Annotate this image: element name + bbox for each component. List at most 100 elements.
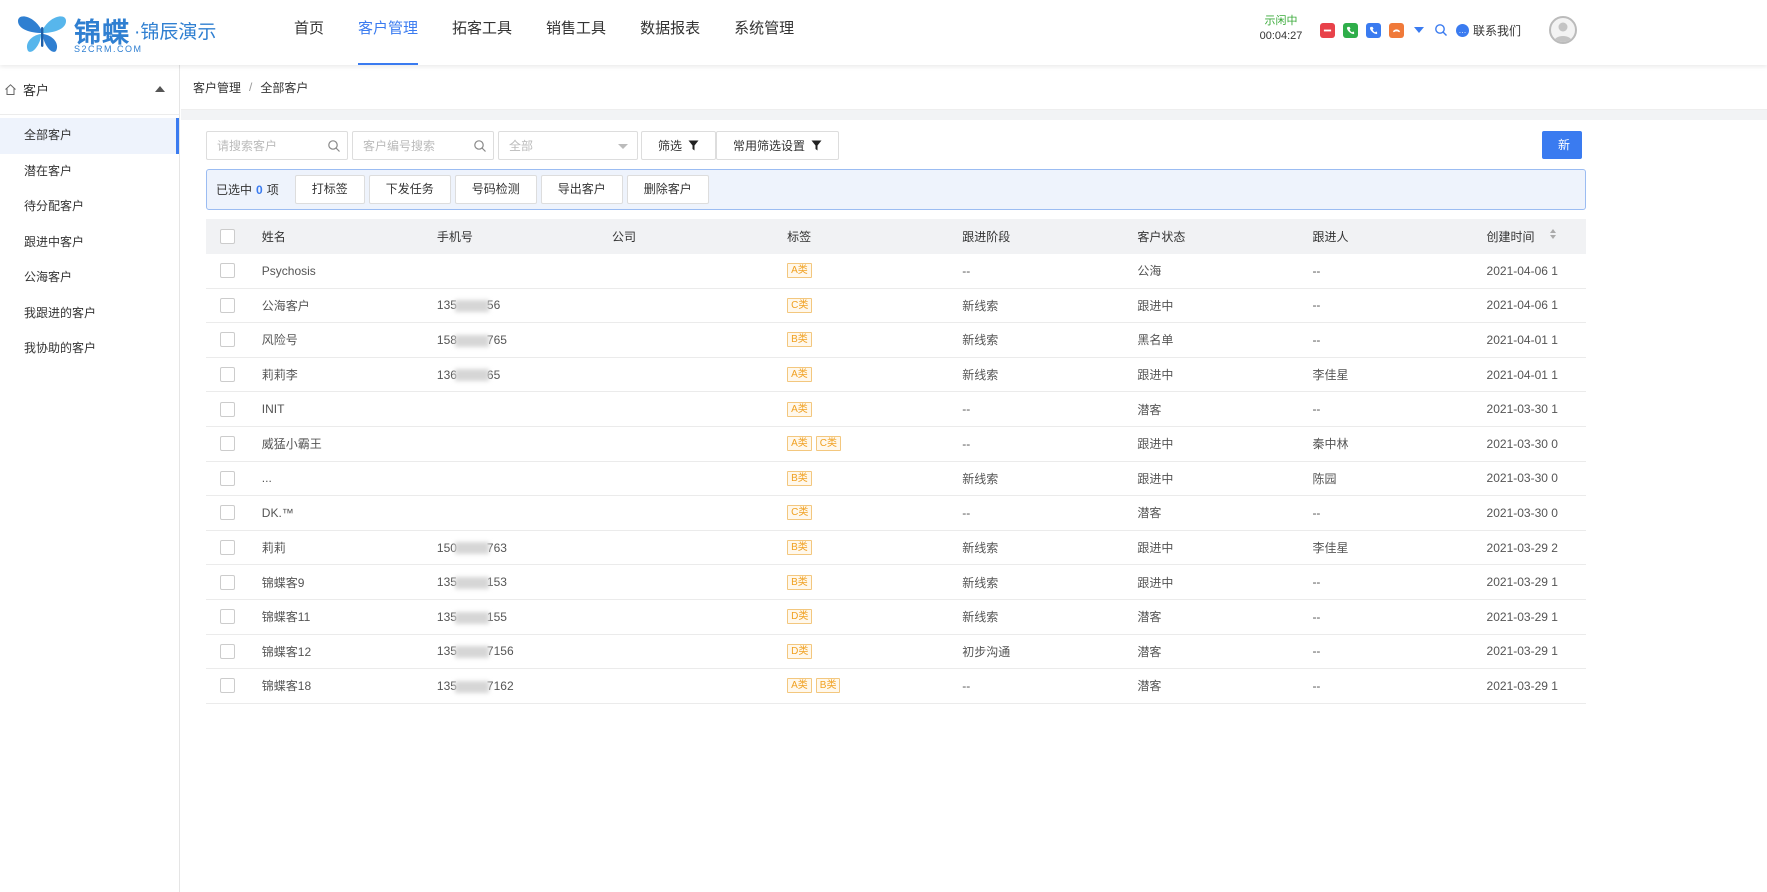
select-all-checkbox[interactable]: [220, 229, 235, 244]
table-row[interactable]: 锦蝶客12 135 7156 D类 初步沟通 潜客 -- 2021-03-29 1: [206, 635, 1586, 670]
row-checkbox[interactable]: [220, 540, 235, 556]
customer-name[interactable]: INIT: [262, 402, 437, 416]
sidebar-item-following-customers[interactable]: 跟进中客户: [0, 225, 179, 261]
search-icon[interactable]: [1434, 23, 1448, 37]
call-out-icon[interactable]: [1389, 22, 1404, 38]
table-row[interactable]: ... B类 新线索 跟进中 陈园 2021-03-30 0: [206, 462, 1586, 497]
contact-us-button[interactable]: … 联系我们: [1456, 22, 1521, 39]
row-checkbox[interactable]: [220, 367, 235, 383]
table-row[interactable]: Psychosis A类 -- 公海 -- 2021-04-06 1: [206, 254, 1586, 289]
customer-stage: 新线索: [962, 298, 999, 313]
agent-status-label: 示闲中: [1264, 15, 1298, 27]
table-row[interactable]: 锦蝶客18 135 7162 A类 B类 -- 潜客 -- 2021-03-29 1: [206, 669, 1586, 704]
customer-stage: --: [962, 436, 971, 451]
customer-name[interactable]: DK.™: [262, 506, 437, 520]
table-row[interactable]: 公海客户 135 56 C类 新线索 跟进中 -- 2021-04-06 1: [206, 289, 1586, 324]
table-row[interactable]: 锦蝶客11 135 155 D类 新线索 潜客 -- 2021-03-29 1: [206, 600, 1586, 635]
row-checkbox[interactable]: [220, 678, 235, 694]
customer-name[interactable]: 风险号: [262, 331, 437, 348]
nav-prospecting-tools[interactable]: 拓客工具: [435, 0, 529, 65]
scope-select[interactable]: 全部: [498, 131, 638, 160]
breadcrumb-parent[interactable]: 客户管理: [193, 79, 241, 96]
sidebar-item-my-followed-customers[interactable]: 我跟进的客户: [0, 296, 179, 332]
common-filter-settings-button[interactable]: 常用筛选设置: [716, 131, 840, 160]
sidebar-group-customers[interactable]: 客户: [0, 65, 179, 115]
customer-code-search-input[interactable]: 客户编号搜索: [352, 131, 494, 160]
customer-owner: --: [1312, 298, 1321, 313]
nav-sales-tools[interactable]: 销售工具: [529, 0, 623, 65]
customer-name[interactable]: 锦蝶客11: [262, 608, 437, 625]
chevron-down-icon[interactable]: [1414, 27, 1424, 33]
customer-name[interactable]: 公海客户: [262, 297, 437, 314]
assign-task-button[interactable]: 下发任务: [368, 175, 451, 204]
table-row[interactable]: DK.™ C类 -- 潜客 -- 2021-03-30 0: [206, 496, 1586, 531]
customer-phone: 135 153: [437, 575, 612, 589]
avatar[interactable]: [1549, 16, 1577, 44]
selection-bar: 已选中 0 项 打标签 下发任务 号码检测 导出客户 删除客户: [206, 169, 1586, 210]
table-row[interactable]: 威猛小霸王 A类 C类 -- 跟进中 秦中林 2021-03-30 0: [206, 427, 1586, 462]
sidebar-item-potential-customers[interactable]: 潜在客户: [0, 154, 179, 190]
nav-data-reports[interactable]: 数据报表: [623, 0, 717, 65]
logo[interactable]: 锦蝶 ·锦辰演示 S2CRM.COM: [16, 8, 216, 58]
column-header-created-label: 创建时间: [1486, 230, 1535, 244]
customer-tags: B类: [787, 332, 962, 348]
customer-tag: D类: [787, 643, 813, 659]
transfer-icon[interactable]: [1366, 22, 1381, 38]
table-row[interactable]: 锦蝶客9 135 153 B类 新线索 跟进中 -- 2021-03-29 1: [206, 565, 1586, 600]
table-row[interactable]: INIT A类 -- 潜客 -- 2021-03-30 1: [206, 392, 1586, 427]
search-icon[interactable]: [473, 139, 487, 153]
nav-system-management[interactable]: 系统管理: [717, 0, 811, 65]
sidebar-item-unassigned-customers[interactable]: 待分配客户: [0, 189, 179, 225]
customer-owner: --: [1312, 609, 1321, 624]
customer-name[interactable]: ...: [262, 471, 437, 485]
row-checkbox[interactable]: [220, 332, 235, 348]
table-row[interactable]: 莉莉李 136 65 A类 新线索 跟进中 李佳星 2021-04-01 1: [206, 358, 1586, 393]
row-checkbox[interactable]: [220, 643, 235, 659]
chevron-up-icon[interactable]: [155, 86, 165, 92]
tag-button[interactable]: 打标签: [294, 175, 365, 204]
customer-name[interactable]: 锦蝶客18: [262, 677, 437, 694]
customer-name[interactable]: 威猛小霸王: [262, 435, 437, 452]
customer-stage: --: [962, 505, 971, 520]
nav-customer-management[interactable]: 客户管理: [341, 0, 435, 65]
row-checkbox[interactable]: [220, 470, 235, 486]
row-checkbox[interactable]: [220, 574, 235, 590]
nav-home[interactable]: 首页: [277, 0, 341, 65]
filter-button[interactable]: 筛选: [641, 131, 717, 160]
row-checkbox[interactable]: [220, 401, 235, 417]
new-customer-button[interactable]: 新: [1542, 131, 1582, 159]
row-checkbox[interactable]: [220, 505, 235, 521]
sidebar-item-my-assisted-customers[interactable]: 我协助的客户: [0, 331, 179, 367]
customer-stage: 新线索: [962, 471, 999, 486]
column-header-created[interactable]: 创建时间: [1487, 228, 1586, 245]
breadcrumb-current: 全部客户: [260, 80, 309, 95]
home-icon: [5, 84, 16, 95]
phone-icon[interactable]: [1343, 22, 1358, 38]
row-checkbox[interactable]: [220, 297, 235, 313]
customer-owner: --: [1312, 678, 1321, 693]
customer-name[interactable]: 莉莉李: [262, 366, 437, 383]
table-row[interactable]: 莉莉 150 763 B类 新线索 跟进中 李佳星 2021-03-29 2: [206, 531, 1586, 566]
customer-status: 跟进中: [1137, 575, 1174, 590]
customer-search-input[interactable]: 请搜索客户: [206, 131, 348, 160]
sort-icon[interactable]: [1549, 228, 1557, 240]
export-customers-button[interactable]: 导出客户: [540, 175, 623, 204]
agent-status[interactable]: 示闲中 00:04:27: [1258, 14, 1304, 44]
sidebar-item-public-pool-customers[interactable]: 公海客户: [0, 260, 179, 296]
table-row[interactable]: 风险号 158 765 B类 新线索 黑名单 -- 2021-04-01 1: [206, 323, 1586, 358]
customer-name[interactable]: Psychosis: [262, 264, 437, 278]
scope-select-value: 全部: [509, 139, 534, 153]
customer-name[interactable]: 莉莉: [262, 539, 437, 556]
search-icon[interactable]: [327, 139, 341, 153]
customer-name[interactable]: 锦蝶客12: [262, 643, 437, 660]
delete-customers-button[interactable]: 删除客户: [626, 175, 709, 204]
selection-suffix: 项: [266, 183, 279, 197]
customer-name[interactable]: 锦蝶客9: [262, 574, 437, 591]
row-checkbox[interactable]: [220, 263, 235, 279]
number-check-button[interactable]: 号码检测: [454, 175, 537, 204]
sidebar-item-all-customers[interactable]: 全部客户: [0, 118, 179, 154]
row-checkbox[interactable]: [220, 609, 235, 625]
bulk-action-buttons: 打标签 下发任务 号码检测 导出客户 删除客户: [294, 175, 713, 204]
hangup-icon[interactable]: [1320, 22, 1335, 38]
row-checkbox[interactable]: [220, 436, 235, 452]
